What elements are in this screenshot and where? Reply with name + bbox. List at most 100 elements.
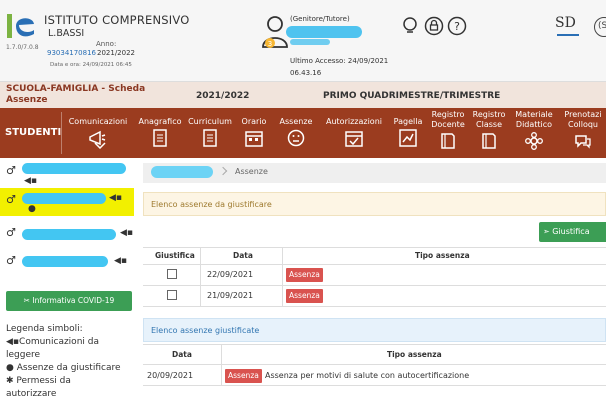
col-data: Data (233, 251, 253, 260)
menu-comunicazioni[interactable]: Comunicazioni (62, 108, 134, 158)
legend-autorizzare: autorizzare (6, 389, 57, 399)
student-item-selected[interactable]: ♂ ◀▪ ● (0, 188, 134, 216)
menu-autorizzazioni[interactable]: Autorizzazioni (318, 108, 390, 158)
menu-registro-classe[interactable]: Registro Classe (470, 108, 508, 158)
student-item[interactable]: ♂ ◀▪ (0, 160, 134, 188)
legend-leggere: leggere (6, 350, 41, 360)
breadcrumb-home-redacted[interactable] (151, 166, 213, 178)
calendar-icon (245, 131, 263, 147)
paw-icon: ✱ (6, 376, 17, 386)
document-icon (203, 129, 217, 147)
help-icon[interactable]: ? (447, 16, 467, 36)
title-strip: SCUOLA-FAMIGLIA - Scheda Assenze 2021/20… (0, 82, 606, 108)
giustifica-label: Giustifica (552, 227, 590, 236)
user-badge-count: 3 (268, 40, 272, 48)
menu-label: Pagella (393, 117, 423, 126)
student-item[interactable]: ♂ ◀▪ (0, 222, 134, 250)
giustifica-checkbox[interactable] (167, 290, 177, 300)
redacted-username (286, 26, 362, 38)
last-access-label: Ultimo Accesso: 24/09/2021 (290, 57, 389, 65)
absence-type-badge: Assenza (225, 369, 262, 383)
smiley-icon (287, 129, 305, 147)
table-divider (143, 344, 606, 345)
menu-label: Anagrafico (138, 117, 182, 126)
user-role: (Genitore/Tutore) (290, 15, 350, 23)
col-giustifica: Giustifica (155, 251, 195, 260)
menu-pagella[interactable]: Pagella (390, 108, 426, 158)
menu-label: Colloqu (568, 120, 598, 129)
table-divider (282, 248, 283, 306)
legend-permessi: ✱ Permessi da (6, 376, 71, 386)
menu-orario[interactable]: Orario (234, 108, 274, 158)
menu-prenotazioni-colloqui[interactable]: Prenotazi Colloqu (560, 108, 606, 158)
table-divider (143, 364, 606, 365)
student-item[interactable]: ♂ ◀▪ (0, 250, 134, 278)
main-menu: STUDENTI Comunicazioni Anagrafico Curric… (0, 108, 606, 158)
panel-da-giustificare-header: Elenco assenze da giustificare (143, 192, 606, 216)
menu-curriculum[interactable]: Curriculum (186, 108, 234, 158)
lock-icon[interactable] (424, 16, 444, 36)
absence-date: 22/09/2021 (207, 270, 254, 279)
calendar-check-icon (345, 131, 363, 147)
user-icon[interactable]: 3 (261, 15, 289, 49)
menu-materiale-didattico[interactable]: Materiale Didattico (508, 108, 560, 158)
megaphone-icon: ◀▪ (24, 176, 38, 186)
breadcrumb-current: Assenze (235, 167, 268, 176)
last-access-time: 06.43.16 (290, 69, 322, 77)
menu-anagrafico[interactable]: Anagrafico (134, 108, 186, 158)
covid-info-button[interactable]: ✂ Informativa COVID-19 (6, 291, 132, 311)
brand-circle-icon[interactable]: (S (594, 17, 606, 37)
menu-label: Registro (472, 110, 506, 119)
legend-comunicazioni: ◀▪Comunicazioni da (6, 337, 99, 347)
strip-period: PRIMO QUADRIMESTRE/TRIMESTRE (323, 91, 501, 101)
app-version: 1.7.0/7.0.8 (6, 44, 39, 51)
redacted-student-name (22, 163, 126, 174)
justified-reason: Assenza per motivi di salute con autocer… (265, 371, 470, 380)
brand-logo-underline (557, 34, 579, 36)
brand-logo: SD (555, 15, 576, 31)
table-divider (143, 264, 606, 265)
table-divider (221, 345, 222, 385)
male-icon: ♂ (6, 254, 16, 267)
legend-assenze: ● Assenze da giustificare (6, 363, 121, 373)
school-subname: L.BASSI (48, 28, 85, 39)
table-divider (143, 306, 606, 307)
col-tipo-assenza: Tipo assenza (387, 350, 442, 359)
redacted-student-name (22, 256, 108, 267)
megaphone-icon (89, 130, 106, 149)
absence-alert-icon: ● (6, 363, 17, 373)
school-code-link[interactable]: 93034170816 (47, 49, 96, 57)
giustifica-button[interactable]: ➣ Giustifica (539, 222, 606, 242)
col-data: Data (172, 350, 192, 359)
app-header: ISTITUTO COMPRENSIVO L.BASSI 1.7.0/7.0.8… (0, 0, 606, 82)
menu-label: Comunicazioni (68, 117, 128, 126)
megaphone-icon: ◀▪ (6, 337, 20, 347)
book-icon (441, 133, 455, 149)
lightbulb-icon[interactable] (400, 16, 420, 36)
menu-assenze[interactable]: Assenze (274, 108, 318, 158)
menu-label: Classe (476, 120, 502, 129)
covid-button-label: Informativa COVID-19 (32, 296, 115, 305)
megaphone-icon: ◀▪ (109, 193, 123, 203)
school-name: ISTITUTO COMPRENSIVO (44, 13, 190, 27)
giustifica-checkbox[interactable] (167, 269, 177, 279)
absence-type-badge: Assenza (286, 289, 323, 303)
menu-label: Registro (431, 110, 465, 119)
panel-giustificate-header: Elenco assenze giustificate (143, 318, 606, 342)
justified-date: 20/09/2021 (147, 371, 194, 380)
male-icon: ♂ (6, 164, 16, 177)
megaphone-icon: ◀▪ (114, 256, 128, 266)
menu-registro-docente[interactable]: Registro Docente (426, 108, 470, 158)
menu-label: Docente (431, 120, 465, 129)
menu-label: Curriculum (188, 117, 232, 126)
book-icon (482, 133, 496, 149)
absence-alert-icon: ● (28, 204, 36, 214)
gear-flower-icon (525, 132, 543, 150)
megaphone-icon: ◀▪ (120, 228, 134, 238)
redacted-student-name (22, 193, 106, 204)
menu-label: Didattico (515, 120, 553, 129)
school-year: 2021/2022 (97, 49, 135, 57)
report-icon (399, 129, 417, 147)
absence-date: 21/09/2021 (207, 291, 254, 300)
table-divider (143, 285, 606, 286)
